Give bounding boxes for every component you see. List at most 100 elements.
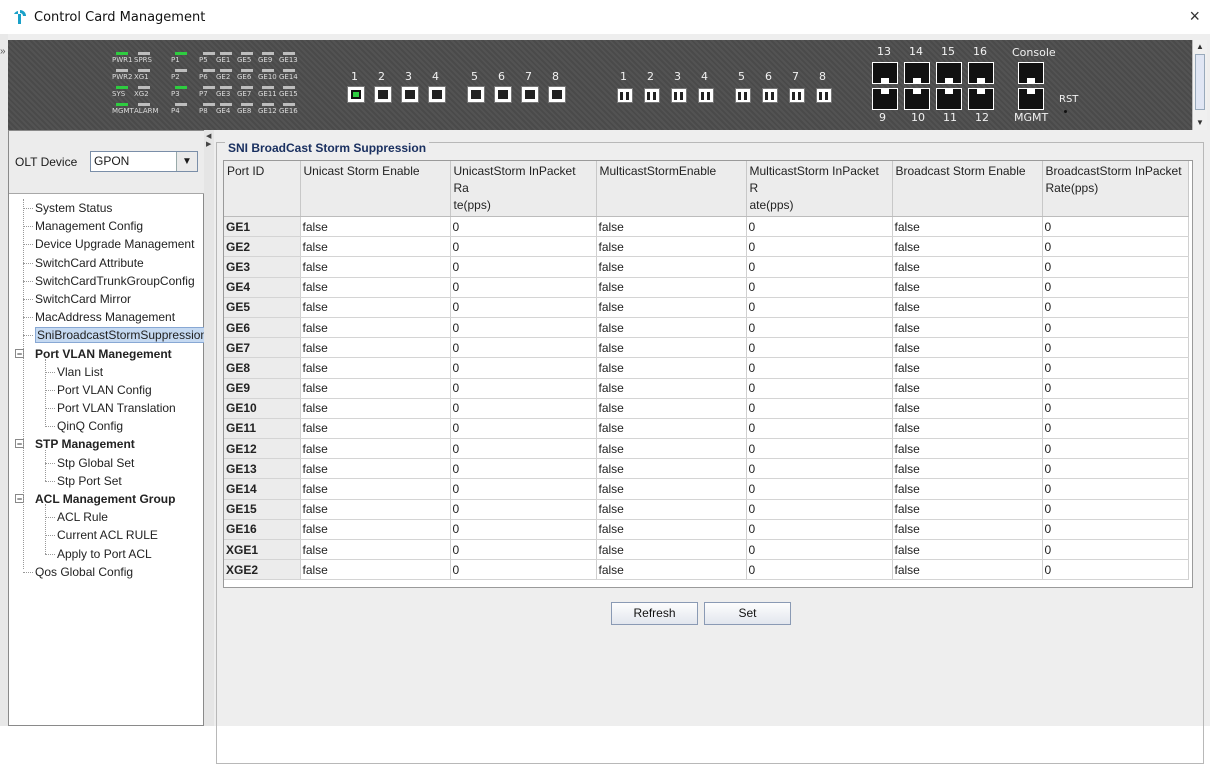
table-cell[interactable]: false [892, 478, 1043, 500]
table-cell[interactable]: false [892, 539, 1043, 561]
table-cell[interactable]: false [892, 236, 1043, 258]
tree-item-switchcard-attribute[interactable]: SwitchCard Attribute [9, 254, 205, 272]
uplink-port[interactable] [762, 88, 778, 103]
pon-port[interactable] [494, 86, 512, 103]
table-row[interactable]: GE10 false 0 false 0 false 0 [224, 398, 1189, 419]
table-row[interactable]: XGE1 false 0 false 0 false 0 [224, 539, 1189, 561]
table-cell[interactable]: false [596, 216, 747, 238]
table-cell[interactable]: false [300, 478, 451, 500]
tree-item-stp-management[interactable]: − STP Management [9, 435, 205, 453]
table-cell[interactable]: false [892, 438, 1043, 460]
table-cell[interactable]: 0 [1042, 236, 1189, 258]
table-cell[interactable]: false [300, 216, 451, 238]
table-cell[interactable]: 0 [746, 337, 893, 359]
tree-item-switchcard-mirror[interactable]: SwitchCard Mirror [9, 290, 205, 308]
table-cell[interactable]: 0 [1042, 499, 1189, 520]
rj45-port[interactable] [904, 62, 930, 84]
table-cell[interactable]: 0 [450, 519, 597, 541]
table-cell[interactable]: 0 [450, 277, 597, 298]
table-cell[interactable]: 0 [450, 398, 597, 419]
tree-item-apply-to-port-acl[interactable]: Apply to Port ACL [9, 545, 205, 563]
device-scrollbar[interactable]: ▲ ▼ [1192, 40, 1207, 130]
table-cell[interactable]: 0 [450, 539, 597, 561]
rj45-port[interactable] [872, 88, 898, 110]
table-cell[interactable]: 0 [746, 256, 893, 278]
table-cell[interactable]: 0 [1042, 337, 1189, 359]
table-cell[interactable]: 0 [450, 478, 597, 500]
table-cell[interactable]: false [596, 478, 747, 500]
table-cell[interactable]: 0 [450, 378, 597, 399]
table-cell[interactable]: false [892, 357, 1043, 379]
pon-port[interactable] [374, 86, 392, 103]
table-cell[interactable]: 0 [450, 256, 597, 278]
pon-port[interactable] [467, 86, 485, 103]
table-cell[interactable]: 0 [1042, 398, 1189, 419]
table-cell[interactable]: false [892, 337, 1043, 359]
table-cell[interactable]: 0 [450, 438, 597, 460]
table-cell[interactable]: false [892, 418, 1043, 440]
table-cell[interactable]: 0 [450, 499, 597, 520]
table-cell[interactable]: false [300, 297, 451, 318]
table-cell[interactable]: false [300, 418, 451, 440]
rj45-port[interactable] [968, 88, 994, 110]
table-cell[interactable]: 0 [1042, 256, 1189, 278]
rj45-port[interactable] [936, 62, 962, 84]
column-header[interactable]: MulticastStormEnable [596, 161, 747, 217]
table-cell[interactable]: 0 [1042, 458, 1189, 480]
tree-item-acl-management-group[interactable]: − ACL Management Group [9, 490, 205, 508]
expand-right-icon[interactable]: ▶ [206, 140, 211, 148]
tree-item-port-vlan-manegement[interactable]: − Port VLAN Manegement [9, 345, 205, 363]
table-cell[interactable]: 0 [1042, 478, 1189, 500]
table-cell[interactable]: false [892, 277, 1043, 298]
uplink-port[interactable] [644, 88, 660, 103]
rj45-port[interactable] [936, 88, 962, 110]
table-cell[interactable]: 0 [746, 277, 893, 298]
table-cell[interactable]: false [892, 378, 1043, 399]
table-cell[interactable]: false [596, 539, 747, 561]
table-row[interactable]: GE6 false 0 false 0 false 0 [224, 317, 1189, 339]
table-cell[interactable]: 0 [746, 418, 893, 440]
console-port[interactable] [1018, 62, 1044, 84]
table-cell[interactable]: 0 [746, 458, 893, 480]
table-row[interactable]: GE16 false 0 false 0 false 0 [224, 519, 1189, 541]
rj45-port[interactable] [968, 62, 994, 84]
table-cell[interactable]: 0 [1042, 317, 1189, 339]
table-cell[interactable]: false [596, 398, 747, 419]
uplink-port[interactable] [789, 88, 805, 103]
table-cell[interactable]: false [300, 519, 451, 541]
pon-port[interactable] [548, 86, 566, 103]
table-cell[interactable]: false [596, 236, 747, 258]
table-cell[interactable]: false [892, 256, 1043, 278]
table-cell[interactable]: 0 [1042, 378, 1189, 399]
table-cell[interactable]: false [596, 418, 747, 440]
rj45-port[interactable] [904, 88, 930, 110]
table-cell[interactable]: 0 [746, 297, 893, 318]
table-row[interactable]: GE13 false 0 false 0 false 0 [224, 458, 1189, 480]
table-cell[interactable]: false [596, 458, 747, 480]
pon-port[interactable] [428, 86, 446, 103]
table-row[interactable]: GE5 false 0 false 0 false 0 [224, 297, 1189, 318]
table-row[interactable]: XGE2 false 0 false 0 false 0 [224, 559, 1189, 581]
table-cell[interactable]: 0 [1042, 559, 1189, 581]
table-cell[interactable]: false [596, 277, 747, 298]
table-cell[interactable]: 0 [746, 438, 893, 460]
tree-item-port-vlan-translation[interactable]: Port VLAN Translation [9, 399, 205, 417]
table-cell[interactable]: 0 [450, 357, 597, 379]
table-cell[interactable]: false [300, 236, 451, 258]
table-cell[interactable]: false [596, 256, 747, 278]
table-cell[interactable]: 0 [746, 236, 893, 258]
table-cell[interactable]: 0 [1042, 277, 1189, 298]
scroll-down-icon[interactable]: ▼ [1195, 118, 1205, 128]
table-cell[interactable]: 0 [450, 317, 597, 339]
set-button[interactable]: Set [704, 602, 791, 625]
table-cell[interactable]: 0 [746, 216, 893, 238]
table-row[interactable]: GE11 false 0 false 0 false 0 [224, 418, 1189, 440]
table-cell[interactable]: false [596, 519, 747, 541]
scroll-up-icon[interactable]: ▲ [1195, 42, 1205, 52]
table-cell[interactable]: false [300, 499, 451, 520]
table-cell[interactable]: 0 [1042, 438, 1189, 460]
table-cell[interactable]: 0 [1042, 297, 1189, 318]
pon-port[interactable] [401, 86, 419, 103]
table-cell[interactable]: false [300, 277, 451, 298]
splitter[interactable]: ◀ ▶ [204, 130, 214, 726]
